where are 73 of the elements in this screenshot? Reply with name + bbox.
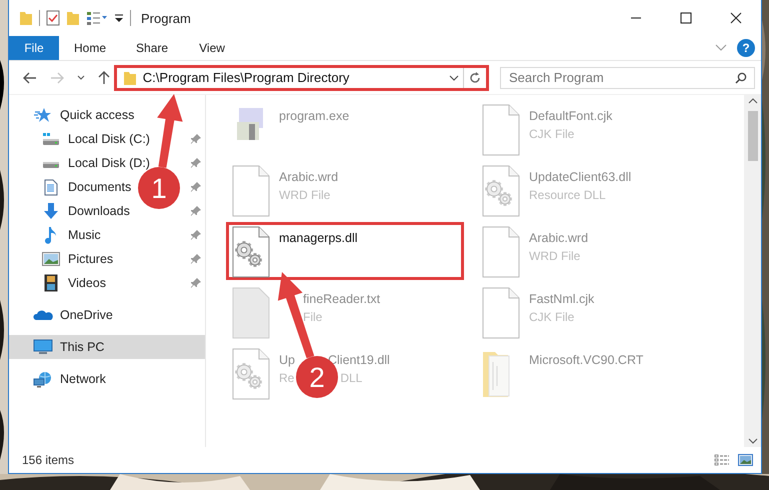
search-icon[interactable]: [735, 72, 747, 84]
nav-item[interactable]: Downloads: [68, 204, 130, 218]
back-arrow-icon[interactable]: [23, 72, 37, 84]
chevron-icon[interactable]: [715, 44, 727, 52]
computer-icon: [33, 339, 53, 355]
file-menu-tab[interactable]: File: [9, 36, 59, 60]
help-button[interactable]: ?: [737, 39, 755, 57]
close-icon[interactable]: [730, 12, 742, 24]
nav-item[interactable]: Pictures: [68, 252, 114, 266]
refresh-icon: [469, 72, 481, 84]
nav-item[interactable]: Network: [60, 372, 106, 386]
nav-item[interactable]: Local Disk (D:): [68, 156, 150, 170]
file-name: DefaultFont.cjk: [529, 108, 612, 125]
nav-item[interactable]: Videos: [68, 276, 106, 290]
nav-item[interactable]: Music: [68, 228, 101, 242]
network-icon: [33, 370, 53, 388]
pin-icon[interactable]: [191, 134, 201, 144]
file-type: CJK File: [529, 309, 574, 326]
file-type: Resource DLL: [529, 187, 606, 204]
star-icon: [34, 107, 52, 123]
file-type: DLL: [340, 370, 362, 387]
view-options-icon[interactable]: [86, 10, 108, 26]
file-type: File: [303, 309, 322, 326]
file-name: fineReader.txt: [303, 291, 380, 308]
nav-item[interactable]: OneDrive: [60, 308, 113, 322]
details-view-icon[interactable]: [714, 454, 730, 466]
nav-item[interactable]: This PC: [60, 340, 104, 354]
pin-icon[interactable]: [191, 254, 201, 264]
cloud-icon: [33, 309, 53, 321]
picture-icon: [42, 252, 60, 266]
properties-icon[interactable]: [46, 10, 60, 26]
address-bar[interactable]: C:\Program Files\Program Directory: [116, 68, 464, 88]
music-icon: [45, 226, 57, 244]
file-name: Arabic.wrd: [529, 230, 588, 247]
file-name: Microsoft.VC90.CRT: [529, 352, 644, 369]
pin-icon[interactable]: [191, 158, 201, 168]
ribbon-tab[interactable]: Share: [121, 36, 184, 60]
file-type: CJK File: [529, 126, 574, 143]
document-icon: [44, 178, 58, 196]
file-type: WRD File: [279, 187, 330, 204]
window-title: Program: [141, 10, 191, 26]
file-name: Arabic.wrd: [279, 169, 338, 186]
film-icon: [44, 274, 58, 292]
file-name: UpdateClient63.dll: [529, 169, 632, 186]
item-count: 156 items: [22, 453, 74, 467]
pin-icon[interactable]: [191, 182, 201, 192]
drive-icon: [42, 132, 60, 146]
file-name: managerps.dll: [279, 230, 358, 247]
folder-icon: [122, 70, 137, 86]
file-type: Re: [279, 370, 294, 387]
scroll-thumb[interactable]: [748, 111, 758, 161]
up-arrow-icon[interactable]: [98, 70, 110, 84]
search-field[interactable]: Search Program: [500, 66, 755, 88]
file-name: Client19.dll: [328, 352, 390, 369]
scrollbar[interactable]: [744, 95, 761, 447]
nav-item[interactable]: Documents: [68, 180, 132, 194]
pin-icon[interactable]: [191, 278, 201, 288]
ribbon-tab[interactable]: Home: [59, 36, 122, 60]
nav-item[interactable]: Local Disk (C:): [68, 132, 150, 146]
pin-icon[interactable]: [191, 206, 201, 216]
download-icon: [42, 202, 60, 220]
selected-nav-item[interactable]: This PC: [9, 335, 205, 359]
dropdown-chevron-icon[interactable]: [449, 74, 459, 80]
ribbon-tab[interactable]: View: [183, 36, 242, 60]
file-name: program.exe: [279, 108, 350, 125]
pin-icon[interactable]: [191, 230, 201, 240]
nav-item[interactable]: Quick access: [60, 108, 134, 122]
file-type: WRD File: [529, 248, 580, 265]
large-icons-view-icon[interactable]: [738, 454, 753, 466]
maximize-icon[interactable]: [680, 12, 692, 24]
caret-icon[interactable]: [77, 74, 85, 80]
file-name: FastNml.cjk: [529, 291, 594, 308]
file-name: Up: [279, 352, 295, 369]
